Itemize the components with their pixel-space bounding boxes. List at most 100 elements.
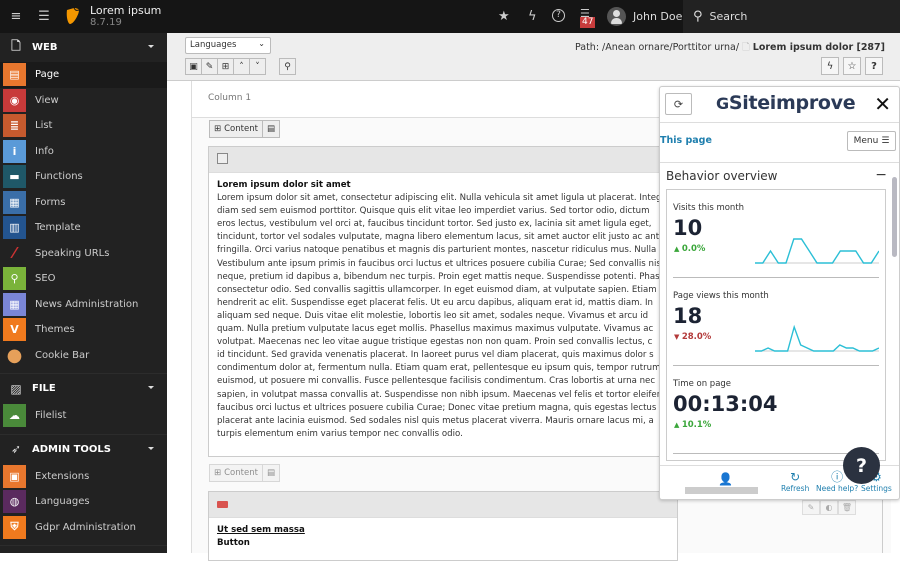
- flash-icon[interactable]: ϟ: [528, 9, 537, 24]
- sparkline-series: [755, 238, 879, 264]
- sidebar-item-cookie-bar[interactable]: ● Cookie Bar: [0, 343, 167, 369]
- search-button[interactable]: ⚲: [279, 58, 296, 75]
- body-text-line: quam. Nulla pretium vulputate lacus eget…: [217, 324, 654, 335]
- menu-toggle-icon[interactable]: ≡: [6, 0, 26, 33]
- sidebar-item-languages[interactable]: ◍ Languages: [0, 489, 167, 515]
- content-element-2[interactable]: Ut sed sem massa Button: [208, 491, 678, 561]
- search-field[interactable]: ⚲ Search: [683, 0, 900, 33]
- search-actions: ⚲: [279, 58, 296, 75]
- sidebar-item-functions[interactable]: ▬ Functions: [0, 164, 167, 190]
- scrollbar[interactable]: [892, 177, 897, 257]
- sparkline: [755, 324, 879, 352]
- siteimprove-tabs: This page Menu ☰: [660, 123, 899, 163]
- chevron-down-icon[interactable]: [148, 45, 154, 48]
- body-text-line: hendrerit ac elit. Suspendisse eget plac…: [217, 297, 653, 308]
- search-label: Search: [709, 10, 748, 23]
- breadcrumb: Path: /Anean ornare/Porttitor urna/ 🗋 Lo…: [575, 40, 885, 56]
- sidebar-item-forms[interactable]: ▦ Forms: [0, 190, 167, 216]
- help-bubble-button[interactable]: ?: [843, 447, 880, 484]
- brand: Lorem ipsum 8.7.19: [90, 5, 161, 29]
- globe-icon: ◍: [3, 490, 26, 514]
- body-text-line: euismod, ut posuere mi convallis. Fusce …: [217, 376, 656, 387]
- sidebar-section-admin-tools[interactable]: ➶ ADMIN TOOLS: [0, 435, 167, 464]
- move-down-button[interactable]: ˅: [249, 58, 266, 75]
- reload-button[interactable]: ⟳: [665, 93, 692, 115]
- sidebar-item-view[interactable]: ◉ View: [0, 88, 167, 114]
- typo3-logo-icon[interactable]: [66, 7, 80, 25]
- content-element-header: [209, 147, 677, 173]
- close-icon[interactable]: ✕: [874, 92, 891, 116]
- delete-icon[interactable]: 🗑: [838, 500, 856, 515]
- move-up-button[interactable]: ˄: [233, 58, 250, 75]
- trend-up-icon: ▲: [674, 421, 682, 429]
- help-button[interactable]: ?: [865, 57, 883, 75]
- language-select[interactable]: Languages ⌄: [185, 37, 271, 54]
- chevron-down-icon: ⌄: [258, 39, 265, 48]
- page-actions: ▣ ✎ ⊞ ˄ ˅: [185, 58, 266, 75]
- body-text-line: diam sed sem euismod porttitor. Quisque …: [217, 206, 650, 217]
- tab-this-page[interactable]: This page: [660, 135, 712, 146]
- tree-toggle-icon[interactable]: ☰: [36, 0, 52, 33]
- sidebar-item-list[interactable]: ≣ List: [0, 113, 167, 139]
- metric-value: 00:13:04: [673, 392, 778, 416]
- app-version: 8.7.19: [90, 17, 122, 28]
- sidebar-item-themes[interactable]: V Themes: [0, 317, 167, 343]
- docheader-right-buttons: ϟ ☆ ?: [821, 57, 883, 75]
- toggle-visibility-icon[interactable]: ◐: [820, 500, 838, 515]
- sidebar-section-web[interactable]: 🗋 WEB: [0, 33, 167, 62]
- metric-change: ▼ 28.0%: [674, 332, 712, 342]
- sidebar-item-speaking-urls[interactable]: ⁄ Speaking URLs: [0, 241, 167, 267]
- sidebar-item-template[interactable]: ▥ Template: [0, 215, 167, 241]
- view-page-button[interactable]: ▣: [185, 58, 202, 75]
- metric-label: Page views this month: [673, 291, 769, 301]
- sidebar-item-news-administration[interactable]: ▦ News Administration: [0, 292, 167, 318]
- new-content-button[interactable]: ⊞: [217, 58, 234, 75]
- avatar[interactable]: [607, 7, 626, 26]
- siteimprove-logo: GSiteimprove: [716, 92, 856, 114]
- sparkline: [755, 238, 879, 264]
- magnifier-icon: ⚲: [3, 267, 26, 291]
- metric-card: Visits this month 10 ▲ 0.0%: [673, 190, 879, 278]
- content-element-body: Ut sed sem massa Button: [209, 518, 677, 556]
- edit-icon[interactable]: ✎: [802, 500, 820, 515]
- menu-button[interactable]: Menu ☰: [847, 131, 896, 151]
- bookmark-star-icon[interactable]: ★: [498, 9, 510, 24]
- new-content-element-button-2[interactable]: ⊞ Content ▤: [209, 464, 280, 482]
- sidebar-item-filelist[interactable]: ☁ Filelist: [0, 403, 167, 429]
- search-icon: ⚲: [693, 9, 703, 24]
- body-text-line: tincidunt, tortor vel sodales vulputate,…: [217, 232, 665, 243]
- sidebar-item-info[interactable]: i Info: [0, 139, 167, 165]
- page-title: Lorem ipsum dolor [287]: [752, 42, 885, 53]
- sidebar-item-label: List: [35, 120, 53, 132]
- clear-cache-button[interactable]: ϟ: [821, 57, 839, 75]
- refresh-button[interactable]: ↻ Refresh: [781, 470, 809, 493]
- new-content-element-button[interactable]: ⊞ Content ▤: [209, 120, 280, 138]
- sidebar-item-extensions[interactable]: ▣ Extensions: [0, 464, 167, 490]
- sidebar-item-label: Info: [35, 145, 54, 157]
- paste-icon[interactable]: ▤: [263, 468, 279, 478]
- body-text-line: fringilla. Orci varius natoque penatibus…: [217, 245, 657, 256]
- chevron-down-icon[interactable]: [148, 446, 154, 450]
- info-icon: i: [3, 139, 26, 163]
- help-icon[interactable]: ?: [552, 9, 565, 22]
- chevron-down-icon[interactable]: [148, 386, 154, 389]
- body-text-line: Lorem ipsum dolor sit amet, consectetur …: [217, 193, 671, 204]
- sidebar-item-label: Themes: [35, 324, 75, 336]
- sidebar-item-page[interactable]: ▤ Page: [0, 62, 167, 88]
- collapse-icon[interactable]: −: [875, 167, 887, 183]
- list-icon: ≣: [3, 114, 26, 138]
- paste-icon[interactable]: ▤: [263, 124, 279, 134]
- edit-page-button[interactable]: ✎: [201, 58, 218, 75]
- shield-lock-icon: ⛨: [3, 515, 26, 539]
- sidebar-item-gdpr-administration[interactable]: ⛨ Gdpr Administration: [0, 515, 167, 541]
- bookmark-button[interactable]: ☆: [843, 57, 861, 75]
- refresh-icon: ↻: [790, 470, 801, 484]
- sidebar-item-label: Extensions: [35, 470, 90, 482]
- body-text-line: id tincidunt. Sed gravida venenatis plac…: [217, 350, 654, 361]
- user-name-placeholder: [685, 487, 758, 494]
- content-element-1[interactable]: Lorem ipsum dolor sit amet Lorem ipsum d…: [208, 146, 678, 457]
- sidebar-item-seo[interactable]: ⚲ SEO: [0, 266, 167, 292]
- briefcase-icon: ▬: [3, 165, 26, 189]
- user-name[interactable]: John Doe: [633, 10, 682, 23]
- sidebar-section-file[interactable]: ▨ FILE: [0, 374, 167, 403]
